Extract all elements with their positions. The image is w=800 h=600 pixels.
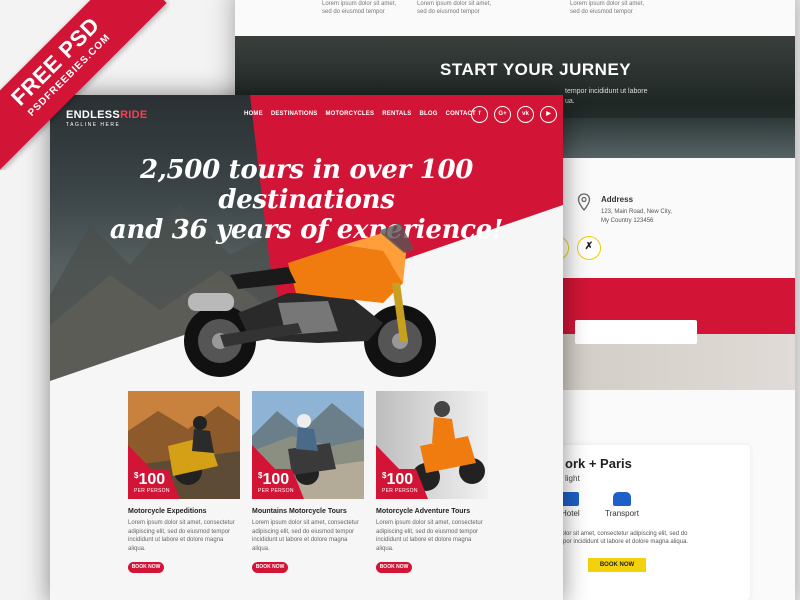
nav-home[interactable]: HOME xyxy=(244,111,263,117)
tour-card-title[interactable]: Motorcycle Expeditions xyxy=(128,508,242,515)
tour-card-photo[interactable]: $100 PER PERSON xyxy=(376,391,488,499)
back-feature-text: Lorem ipsum dolor sit amet, sed do eiusm… xyxy=(570,1,645,15)
front-page-mockup: ENDLESSRIDE TAGLINE HERE HOME DESTINATIO… xyxy=(50,95,563,600)
tour-card-title[interactable]: Motorcycle Adventure Tours xyxy=(376,508,490,515)
tour-card-title[interactable]: Mountains Motorcycle Tours xyxy=(252,508,366,515)
tour-package-description: n dolor sit amet, consectetur adipiscing… xyxy=(553,531,689,545)
price-label: $100 PER PERSON xyxy=(134,472,170,494)
price-value: 100 xyxy=(262,471,290,488)
facebook-icon[interactable]: f xyxy=(471,106,488,123)
vk-icon[interactable]: vk xyxy=(517,106,534,123)
nav-menu: HOME DESTINATIONS MOTORCYCLES RENTALS BL… xyxy=(244,111,476,117)
feature-transport: Transport xyxy=(605,492,639,518)
car-icon xyxy=(612,492,631,506)
nav-motorcycles[interactable]: MOTORCYCLES xyxy=(325,111,374,117)
feature-transport-label: Transport xyxy=(605,509,639,518)
youtube-icon[interactable]: ▶ xyxy=(540,106,557,123)
back-search-card xyxy=(575,320,697,344)
tour-card: $100 PER PERSON Mountains Motorcycle Tou… xyxy=(252,391,366,573)
address-line: 123, Main Road, New City, xyxy=(601,209,672,215)
tour-card-description: Lorem ipsum dolor sit amet, consectetur … xyxy=(128,520,235,552)
nav-destinations[interactable]: DESTINATIONS xyxy=(271,111,318,117)
price-unit: PER PERSON xyxy=(134,488,170,494)
price-value: 100 xyxy=(138,471,166,488)
back-feature-text: Lorem ipsum dolor sit amet, sed do eiusm… xyxy=(322,1,397,15)
address-block: Address 123, Main Road, New City, My Cou… xyxy=(565,193,672,226)
location-pin-icon xyxy=(577,193,591,211)
tour-card-photo[interactable]: $100 PER PERSON xyxy=(128,391,240,499)
price-value: 100 xyxy=(386,471,414,488)
address-lines: 123, Main Road, New City, My Country 123… xyxy=(601,208,672,226)
nav-rentals[interactable]: RENTALS xyxy=(382,111,411,117)
google-plus-icon[interactable]: G+ xyxy=(494,106,511,123)
tour-package-title: ork + Paris xyxy=(565,456,632,471)
ribbon-band: FREE PSD PSDFREEBIES.COM xyxy=(0,0,167,170)
address-title: Address xyxy=(601,195,634,204)
price-unit: PER PERSON xyxy=(258,488,294,494)
back-hero-title: START YOUR JURNEY xyxy=(440,60,632,79)
feature-hotel: Hotel xyxy=(561,492,580,518)
book-now-button[interactable]: BOOK NOW xyxy=(252,562,288,573)
back-hero-text: tempor incididunt ut labore ua. xyxy=(565,88,648,105)
tour-card-description: Lorem ipsum dolor sit amet, consectetur … xyxy=(252,520,359,552)
book-now-button[interactable]: BOOK NOW xyxy=(376,562,412,573)
tour-package-subtitle: light xyxy=(565,474,580,483)
price-unit: PER PERSON xyxy=(382,488,418,494)
social-links: f G+ vk ▶ xyxy=(471,106,557,123)
motorcycle-image xyxy=(184,223,436,377)
tour-card: $100 PER PERSON Motorcycle Expeditions L… xyxy=(128,391,242,573)
nav-blog[interactable]: BLOG xyxy=(420,111,438,117)
book-now-button[interactable]: BOOK NOW xyxy=(588,558,646,572)
free-psd-ribbon: FREE PSD PSDFREEBIES.COM xyxy=(0,0,170,170)
feature-hotel-label: Hotel xyxy=(561,509,580,518)
price-label: $100 PER PERSON xyxy=(382,472,418,494)
price-label: $100 PER PERSON xyxy=(258,472,294,494)
address-line: My Country 123456 xyxy=(601,218,654,224)
tour-card-description: Lorem ipsum dolor sit amet, consectetur … xyxy=(376,520,483,552)
back-feature-text: Lorem ipsum dolor sit amet, sed do eiusm… xyxy=(417,1,492,15)
twitter-icon[interactable]: ✗ xyxy=(577,236,601,260)
book-now-button[interactable]: BOOK NOW xyxy=(128,562,164,573)
tour-card: $100 PER PERSON Motorcycle Adventure Tou… xyxy=(376,391,490,573)
hotel-icon xyxy=(561,492,580,506)
tour-card-photo[interactable]: $100 PER PERSON xyxy=(252,391,364,499)
